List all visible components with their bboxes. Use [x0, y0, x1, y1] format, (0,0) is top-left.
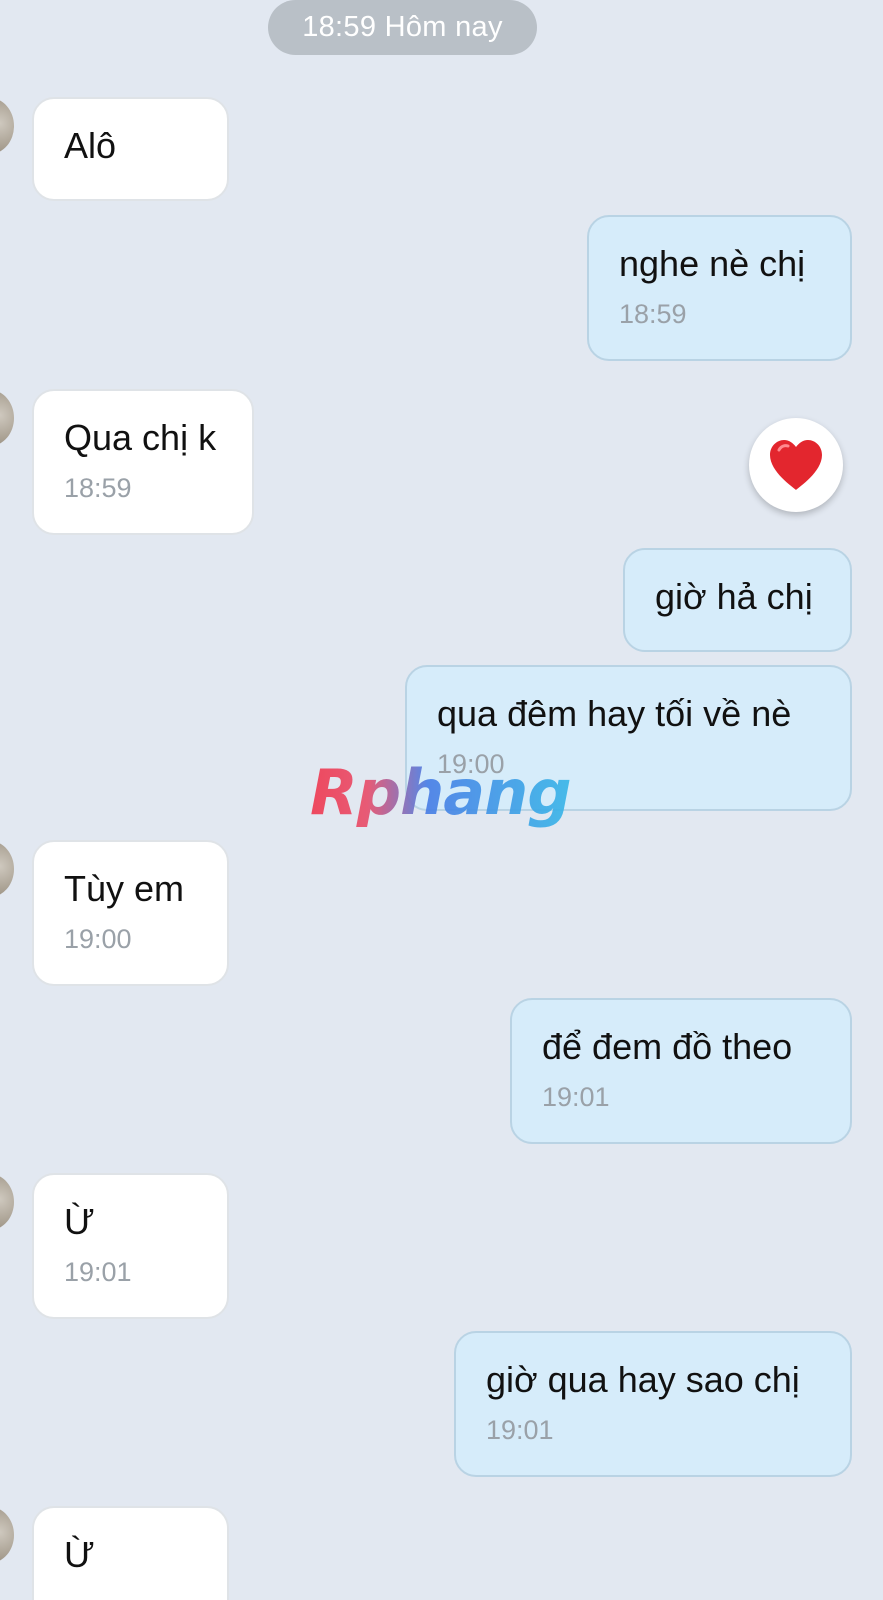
message-bubble-outgoing[interactable]: nghe nè chị 18:59 — [587, 215, 852, 361]
message-reaction[interactable] — [749, 418, 843, 512]
message-text: Alô — [64, 125, 117, 166]
sender-avatar[interactable] — [0, 98, 14, 154]
message-time: 18:59 — [619, 299, 687, 329]
message-bubble-incoming[interactable]: Alô — [32, 97, 229, 201]
sender-avatar[interactable] — [0, 1507, 14, 1563]
message-text: Ừ — [64, 1534, 95, 1575]
chat-conversation[interactable]: 18:59 Hôm nay Alô nghe nè chị 18:59 Qua … — [0, 0, 883, 1600]
sender-avatar[interactable] — [0, 390, 14, 446]
message-bubble-incoming[interactable]: Qua chị k 18:59 — [32, 389, 254, 535]
message-text: giờ hả chị — [655, 576, 813, 617]
message-time: 19:00 — [64, 924, 132, 954]
message-bubble-outgoing[interactable]: giờ qua hay sao chị 19:01 — [454, 1331, 852, 1477]
message-text: để đem đồ theo — [542, 1026, 793, 1067]
message-bubble-outgoing[interactable]: để đem đồ theo 19:01 — [510, 998, 852, 1144]
message-text: Ừ — [64, 1201, 95, 1242]
message-time: 18:59 — [64, 473, 132, 503]
message-text: Qua chị k — [64, 417, 217, 458]
message-bubble-incoming[interactable]: Ừ — [32, 1506, 229, 1600]
watermark-logo: Rphang — [310, 756, 572, 829]
message-text: giờ qua hay sao chị — [486, 1359, 800, 1400]
message-text: qua đêm hay tối về nè — [437, 693, 792, 734]
message-bubble-outgoing[interactable]: giờ hả chị — [623, 548, 852, 652]
message-time: 19:01 — [486, 1415, 554, 1445]
sender-avatar[interactable] — [0, 1174, 14, 1230]
message-time: 19:01 — [542, 1082, 610, 1112]
message-time: 19:01 — [64, 1257, 132, 1287]
sender-avatar[interactable] — [0, 841, 14, 897]
message-bubble-incoming[interactable]: Ừ 19:01 — [32, 1173, 229, 1319]
message-text: Tùy em — [64, 868, 185, 909]
message-bubble-incoming[interactable]: Tùy em 19:00 — [32, 840, 229, 986]
message-text: nghe nè chị — [619, 243, 806, 284]
date-separator: 18:59 Hôm nay — [268, 0, 537, 55]
